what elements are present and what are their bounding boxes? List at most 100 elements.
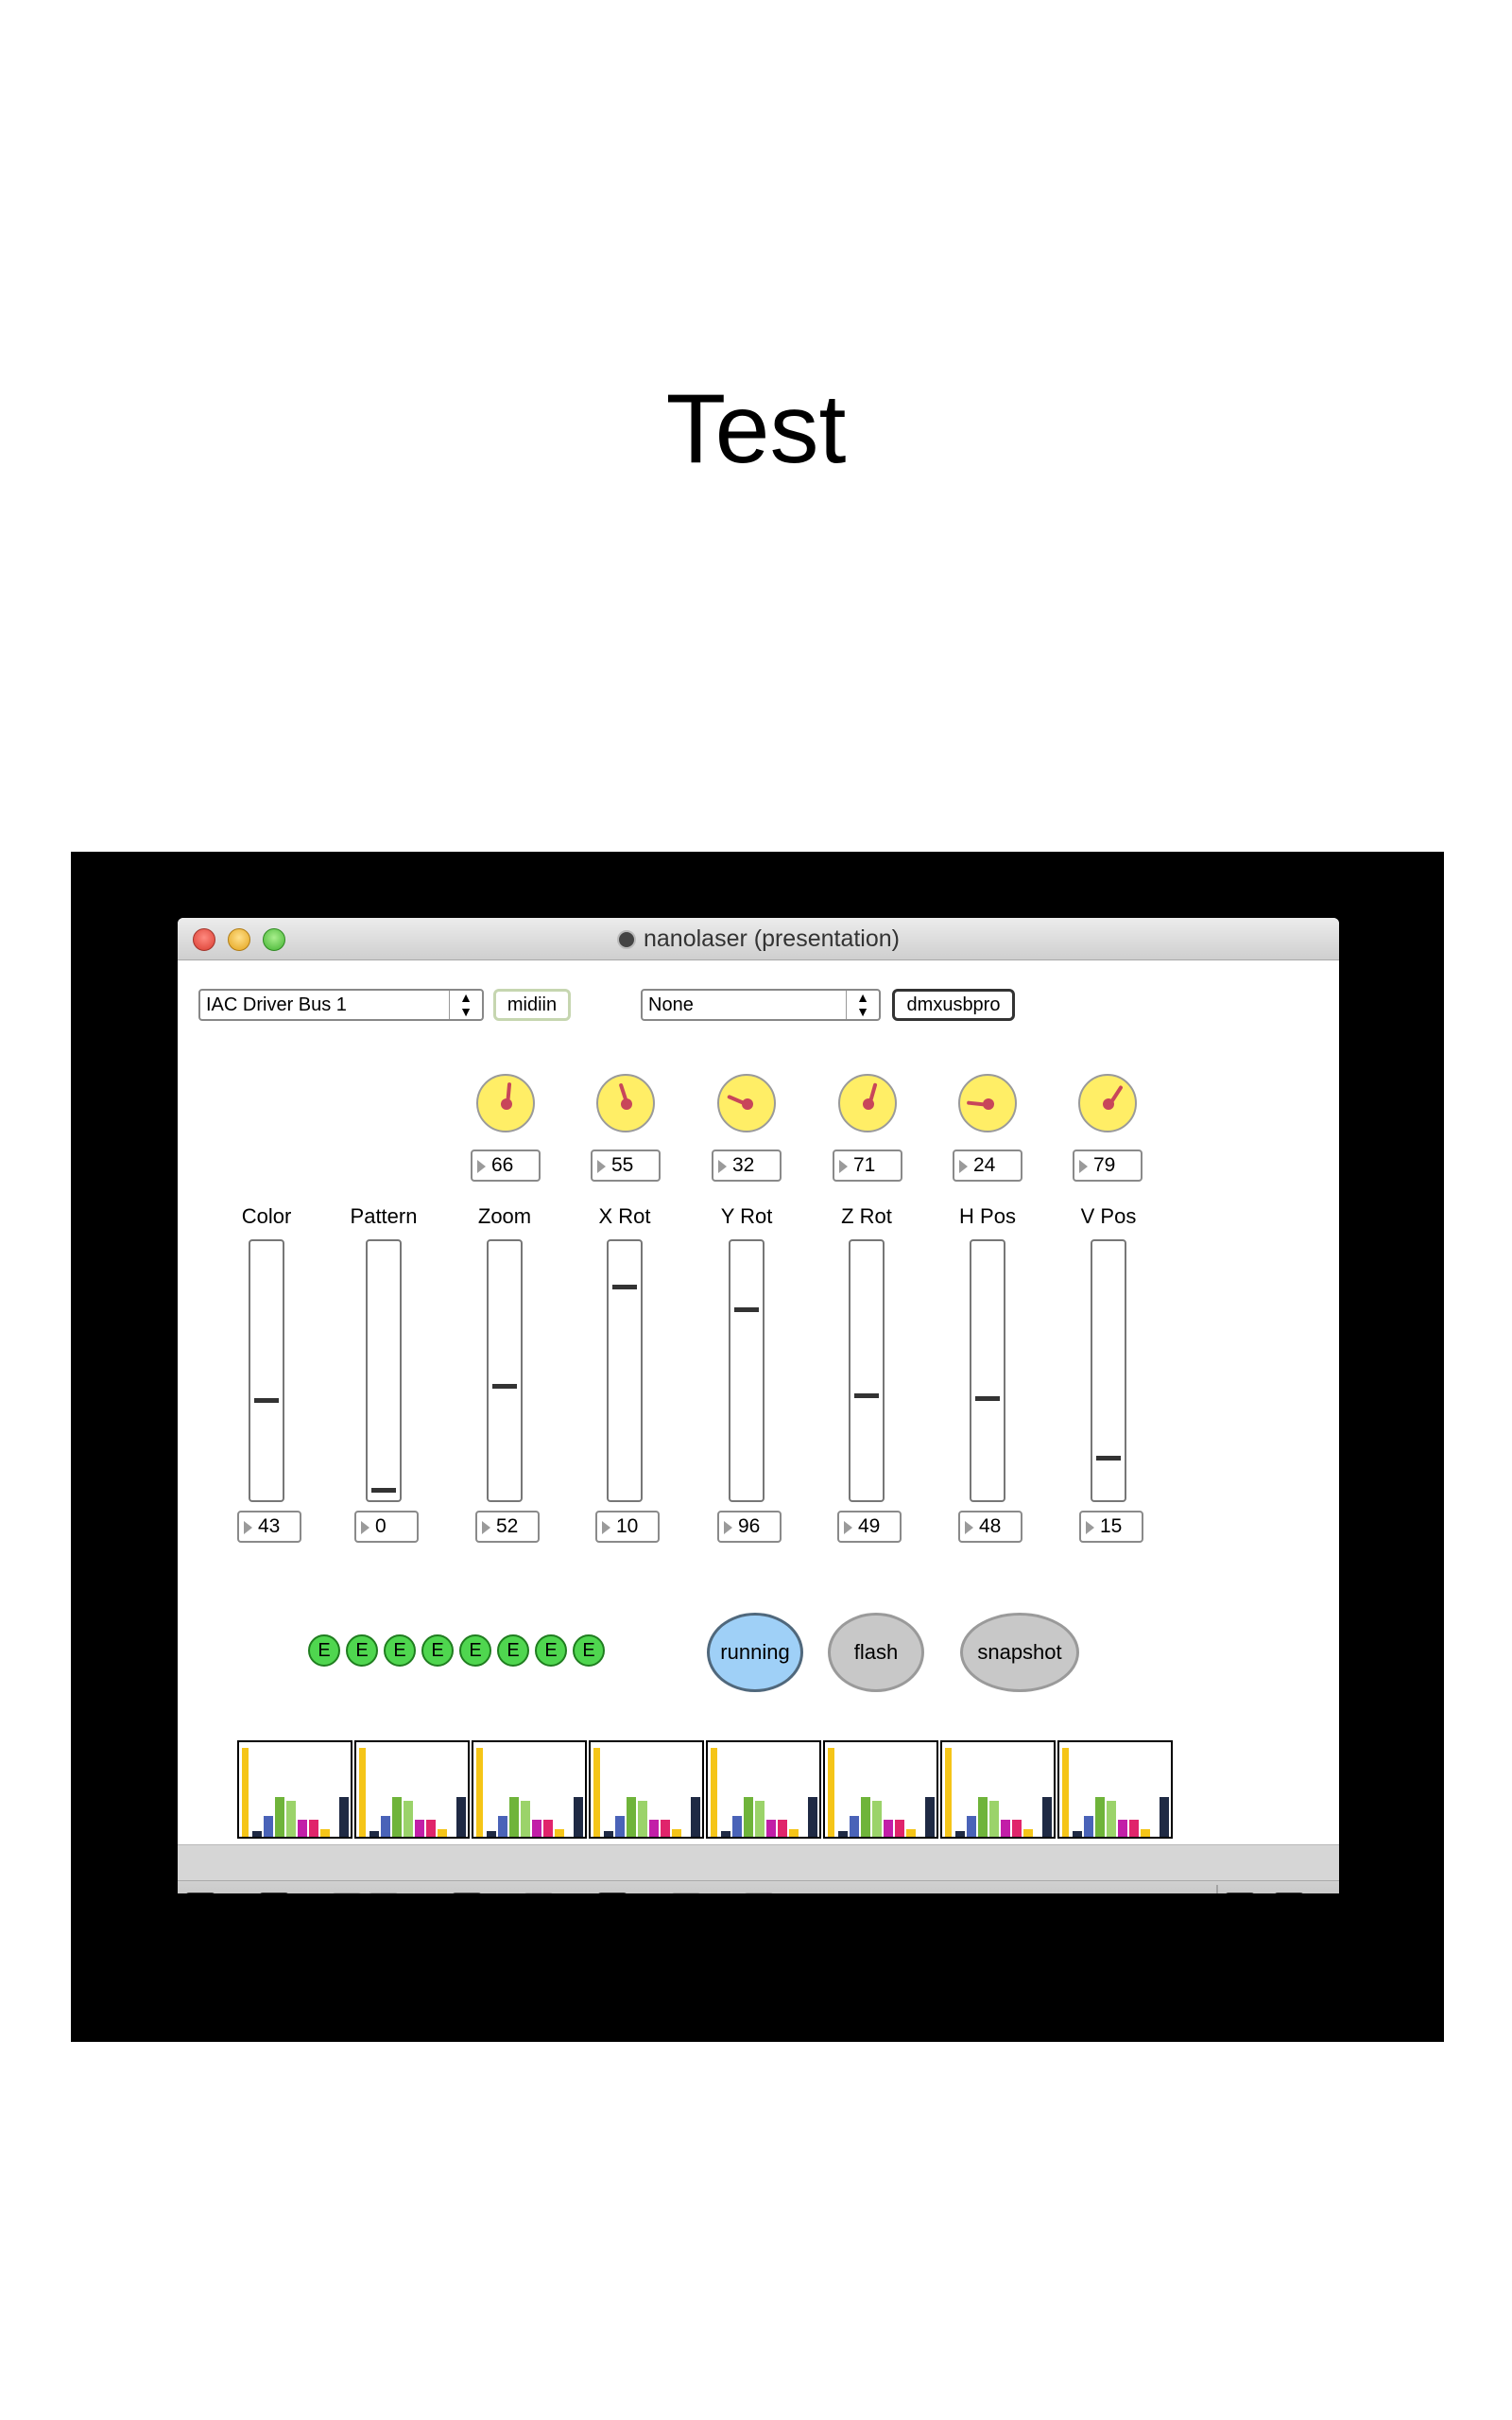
meter-bar [298,1820,307,1837]
meter-bar [1107,1801,1116,1837]
slider-6[interactable] [970,1239,1005,1502]
dial-1[interactable] [596,1074,655,1132]
slider-2[interactable] [487,1239,523,1502]
patcher-toolbar: 🔒︎ ▣ ≈ ✕ ⌂ i ● ⋮⋮ ✱ ▭ ▯ [178,1880,1339,1893]
dial-value: 32 [732,1154,755,1176]
slider-1[interactable] [366,1239,402,1502]
snapshot-button[interactable]: snapshot [960,1613,1079,1692]
slider-knob[interactable] [492,1383,517,1389]
slider-label: Zoom [477,1204,532,1228]
e-button[interactable]: E [497,1634,529,1667]
meter-bar [672,1829,681,1837]
meter-bar [895,1820,904,1837]
dial-number-box[interactable]: 55 [591,1150,661,1182]
triangle-icon [597,1160,606,1173]
dial-5[interactable] [1078,1074,1137,1132]
meter-bar [925,1797,935,1837]
meter-bar [392,1797,402,1837]
channel-meter [940,1740,1056,1839]
patcher-canvas: IAC Driver Bus 1 ▲ ▼ midiin None ▲ ▼ dmxus… [178,960,1339,1844]
slider-number-box[interactable]: 52 [475,1511,540,1543]
dial-hub [983,1098,994,1110]
slider-label: H Pos [959,1204,1016,1228]
e-button[interactable]: E [421,1634,454,1667]
meter-bar [989,1801,999,1837]
slider-0[interactable] [249,1239,284,1502]
status-strip [178,1844,1339,1881]
e-button[interactable]: E [384,1634,416,1667]
slider-number-box[interactable]: 96 [717,1511,782,1543]
e-button[interactable]: E [346,1634,378,1667]
dial-number-box[interactable]: 32 [712,1150,782,1182]
dial-value: 79 [1093,1154,1116,1176]
dmx-device-menu[interactable]: None ▲ ▼ [641,989,881,1021]
slider-knob[interactable] [254,1398,279,1404]
meter-bar [476,1748,483,1837]
meter-bar [838,1831,848,1837]
meter-bar [604,1831,613,1837]
triangle-icon [965,1521,973,1534]
e-button[interactable]: E [535,1634,567,1667]
dial-2[interactable] [717,1074,776,1132]
slider-number-box[interactable]: 49 [837,1511,902,1543]
slider-knob[interactable] [854,1393,879,1399]
window-titlebar[interactable]: nanolaser (presentation) [178,918,1339,960]
meter-bar [242,1748,249,1837]
meter-bar [945,1748,952,1837]
dial-3[interactable] [838,1074,897,1132]
meter-bar [509,1797,519,1837]
updown-arrows-icon: ▲ ▼ [449,991,482,1019]
slider-knob[interactable] [975,1395,1000,1401]
slider-value: 43 [258,1515,281,1537]
slider-number-box[interactable]: 15 [1079,1511,1143,1543]
triangle-icon [1079,1160,1088,1173]
slider-number-box[interactable]: 0 [354,1511,419,1543]
screenshot-frame: nanolaser (presentation) IAC Driver Bus … [71,852,1444,2042]
e-button[interactable]: E [308,1634,340,1667]
channel-meter [823,1740,938,1839]
dial-4[interactable] [958,1074,1017,1132]
slider-knob[interactable] [734,1306,759,1312]
slider-value: 0 [375,1515,387,1537]
dial-0[interactable] [476,1074,535,1132]
meter-bar [884,1820,893,1837]
running-toggle[interactable]: running [707,1613,803,1692]
slider-knob[interactable] [612,1284,637,1289]
dial-number-box[interactable]: 71 [833,1150,902,1182]
slider-number-box[interactable]: 10 [595,1511,660,1543]
flash-button[interactable]: flash [828,1613,924,1692]
dmxusbpro-object[interactable]: dmxusbpro [892,989,1015,1021]
slider-knob[interactable] [1096,1455,1121,1461]
triangle-icon [724,1521,732,1534]
triangle-icon [602,1521,610,1534]
meter-bar [615,1816,625,1837]
meter-bar [721,1831,730,1837]
e-button[interactable]: E [459,1634,491,1667]
slider-knob[interactable] [371,1487,396,1493]
midiin-object[interactable]: midiin [493,989,571,1021]
slider-3[interactable] [607,1239,643,1502]
slider-7[interactable] [1091,1239,1126,1502]
slider-label: Color [241,1204,292,1228]
triangle-icon [477,1160,486,1173]
meter-bar [1095,1797,1105,1837]
meter-bar [574,1797,583,1837]
dial-value: 66 [491,1154,514,1176]
slider-number-box[interactable]: 43 [237,1511,301,1543]
slider-5[interactable] [849,1239,885,1502]
dial-number-box[interactable]: 24 [953,1150,1022,1182]
slider-4[interactable] [729,1239,765,1502]
meter-bar [415,1820,424,1837]
slider-label: X Rot [598,1204,651,1228]
e-button[interactable]: E [573,1634,605,1667]
meter-bar [967,1816,976,1837]
slider-number-box[interactable]: 48 [958,1511,1022,1543]
dmx-device-label: None [648,994,694,1015]
midi-device-menu[interactable]: IAC Driver Bus 1 ▲ ▼ [198,989,484,1021]
dial-number-box[interactable]: 66 [471,1150,541,1182]
meter-bar [264,1816,273,1837]
meter-bar [1001,1820,1010,1837]
updown-arrows-icon: ▲ ▼ [846,991,879,1019]
dial-number-box[interactable]: 79 [1073,1150,1143,1182]
dial-hub [1103,1098,1114,1110]
